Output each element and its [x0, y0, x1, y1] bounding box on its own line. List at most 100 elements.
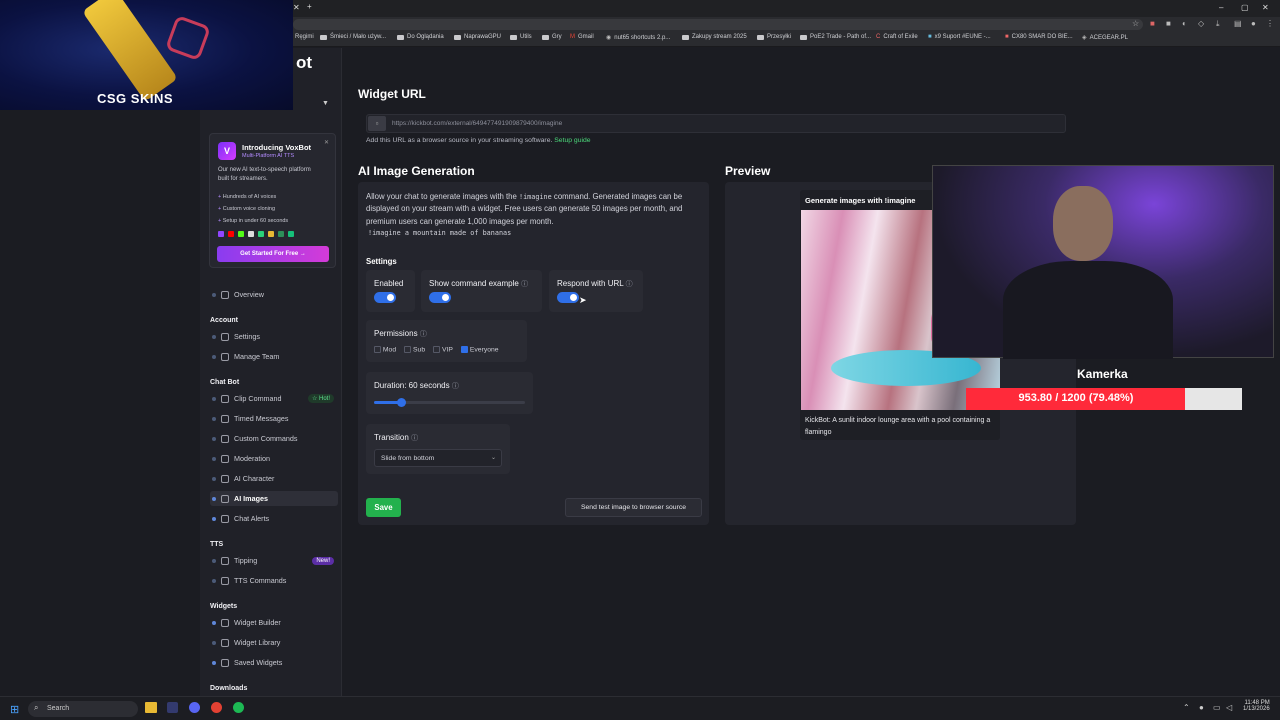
close-icon[interactable]: ✕	[324, 139, 329, 146]
bookmark-item[interactable]: Ręgimi	[295, 34, 314, 40]
enabled-label: Enabled	[374, 279, 404, 288]
windows-start-icon[interactable]: ⊞	[10, 703, 19, 716]
permission-everyone[interactable]: Everyone	[460, 346, 499, 353]
menu-icon[interactable]: ⋮	[1266, 19, 1274, 28]
sidebar-item-overview[interactable]: Overview	[210, 287, 338, 302]
command-example: !imagine a mountain made of bananas	[368, 229, 512, 237]
sidebar-item-timed-messages[interactable]: Timed Messages	[210, 411, 338, 426]
checkbox-checked[interactable]	[460, 346, 468, 353]
discord-icon[interactable]	[189, 702, 200, 713]
sidebar-icon[interactable]: ▤	[1234, 19, 1242, 28]
bookmark-item[interactable]: Utils	[510, 34, 532, 40]
webcam-overlay	[932, 165, 1274, 359]
bookmark-item[interactable]: Zakupy stream 2025	[682, 34, 747, 40]
bookmark-item[interactable]: ■ CX80 SMAR DO BIE...	[1005, 34, 1073, 40]
checkbox[interactable]	[404, 346, 412, 353]
bookmark-item[interactable]: ◉ nut65 shortcuts 2.p...	[606, 34, 670, 42]
close-window-button[interactable]: ✕	[1262, 3, 1269, 12]
sidebar-item-moderation[interactable]: Moderation	[210, 451, 338, 466]
save-button[interactable]: Save	[366, 498, 401, 517]
download-icon[interactable]: ⤓	[1216, 19, 1220, 29]
tray-chevron-icon[interactable]: ⌃	[1183, 703, 1190, 712]
sidebar-item-saved-widgets[interactable]: Saved Widgets	[210, 655, 338, 670]
extension-icon[interactable]: ■	[1166, 19, 1171, 28]
tab-close-icon[interactable]: ✕	[293, 3, 300, 12]
sidebar-item-custom-commands[interactable]: Custom Commands	[210, 431, 338, 446]
info-icon[interactable]: ⓘ	[521, 281, 528, 288]
sidebar-item-manage-team[interactable]: Manage Team	[210, 349, 338, 364]
widget-url-field[interactable]: ▫ https://kickbot.com/external/649477491…	[366, 114, 1066, 133]
respond-url-setting: Respond with URL ⓘ ➤	[549, 270, 643, 312]
bookmark-item[interactable]: Do Oglądania	[397, 34, 444, 40]
voxbot-logo-icon: V	[218, 142, 236, 160]
duration-slider-thumb[interactable]	[397, 398, 407, 407]
info-icon[interactable]: ⓘ	[420, 331, 427, 338]
checkbox[interactable]	[433, 346, 441, 353]
volume-icon[interactable]: ◁	[1226, 703, 1232, 712]
extension-icon[interactable]: ■	[1150, 19, 1155, 28]
extension-icon[interactable]: ◐	[1182, 19, 1187, 28]
show-command-toggle[interactable]	[429, 292, 451, 303]
sidebar-item-chat-alerts[interactable]: Chat Alerts	[210, 511, 338, 526]
bookmark-item[interactable]: C Craft of Exile	[876, 34, 918, 40]
spotify-icon[interactable]	[233, 702, 244, 713]
bookmark-item[interactable]: ■ x9 Suport #EUNE -...	[928, 34, 991, 40]
sidebar-item-ai-character[interactable]: AI Character	[210, 471, 338, 486]
sidebar-item-widget-builder[interactable]: Widget Builder	[210, 615, 338, 630]
bookmark-item[interactable]: Gry	[542, 34, 562, 40]
permission-sub[interactable]: Sub	[404, 346, 425, 353]
bookmark-item[interactable]: NaprawaGPU	[454, 34, 501, 40]
sidebar-item-settings[interactable]: Settings	[210, 329, 338, 344]
maximize-button[interactable]: ▢	[1241, 3, 1249, 12]
chrome-icon[interactable]	[211, 702, 222, 713]
hex-graphic	[164, 14, 212, 62]
goal-progress-text: 953.80 / 1200 (79.48%)	[1018, 392, 1134, 404]
send-test-image-button[interactable]: Send test image to browser source	[565, 498, 702, 517]
bookmark-item[interactable]: Śmieci / Mało używ...	[320, 34, 386, 40]
sidebar-item-clip-command[interactable]: Clip Command ☆ Hot!	[210, 391, 338, 406]
app-icon[interactable]	[167, 702, 178, 713]
star-icon[interactable]: ☆	[1132, 19, 1139, 28]
section-title-tts: TTS	[210, 541, 224, 548]
microphone-icon[interactable]: ●	[1199, 703, 1204, 712]
permission-mod[interactable]: Mod	[374, 346, 396, 353]
permissions-setting: Permissions ⓘ Mod Sub VIP Everyone	[366, 320, 527, 362]
address-field[interactable]	[293, 19, 1143, 30]
network-icon[interactable]: ▭	[1213, 703, 1221, 712]
checkbox[interactable]	[374, 346, 381, 353]
permissions-label: Permissions ⓘ	[374, 329, 427, 338]
section-title-widgets: Widgets	[210, 603, 238, 610]
folder-icon	[320, 34, 327, 40]
chevron-down-icon[interactable]: ▼	[322, 100, 329, 107]
bookmark-item[interactable]: Przesyłki	[757, 34, 791, 40]
clock[interactable]: 11:48 PM 1/13/2026	[1243, 700, 1270, 712]
profile-icon[interactable]: ●	[1251, 19, 1256, 28]
bookmark-item[interactable]: PoE2 Trade - Path of...	[800, 34, 871, 40]
duration-slider[interactable]	[374, 398, 525, 407]
setup-guide-link[interactable]: Setup guide	[554, 137, 590, 144]
info-icon[interactable]: ⓘ	[626, 281, 633, 288]
goal-progress-bar: 953.80 / 1200 (79.48%)	[966, 388, 1242, 410]
sidebar-item-tipping[interactable]: Tipping New!	[210, 553, 338, 568]
permission-vip[interactable]: VIP	[433, 346, 453, 353]
feature-item: + Custom voice cloning	[218, 206, 276, 212]
sidebar-item-tts-commands[interactable]: TTS Commands	[210, 573, 338, 588]
get-started-button[interactable]: Get Started For Free →	[217, 246, 329, 262]
new-tab-button[interactable]: +	[307, 2, 312, 11]
info-icon[interactable]: ⓘ	[452, 383, 459, 390]
file-explorer-icon[interactable]	[145, 702, 157, 713]
info-icon[interactable]: ⓘ	[411, 435, 418, 442]
respond-url-toggle[interactable]	[557, 292, 579, 303]
sidebar-item-widget-library[interactable]: Widget Library	[210, 635, 338, 650]
taskbar-search[interactable]: ⌕ Search	[28, 701, 138, 717]
widget-url-value[interactable]: https://kickbot.com/external/64947749190…	[392, 120, 562, 127]
copy-icon[interactable]: ▫	[368, 116, 386, 131]
minimize-button[interactable]: –	[1219, 3, 1223, 12]
transition-select[interactable]: Slide from bottom ⌄	[374, 449, 502, 467]
puzzle-icon[interactable]: ◇	[1198, 19, 1204, 28]
sidebar-item-ai-images[interactable]: AI Images	[210, 491, 338, 506]
bookmark-item[interactable]: M Gmail	[570, 34, 594, 40]
enabled-toggle[interactable]	[374, 292, 396, 303]
bookmark-item[interactable]: ◈ ACEGEAR.PL	[1082, 34, 1128, 42]
gear-icon	[221, 332, 229, 341]
